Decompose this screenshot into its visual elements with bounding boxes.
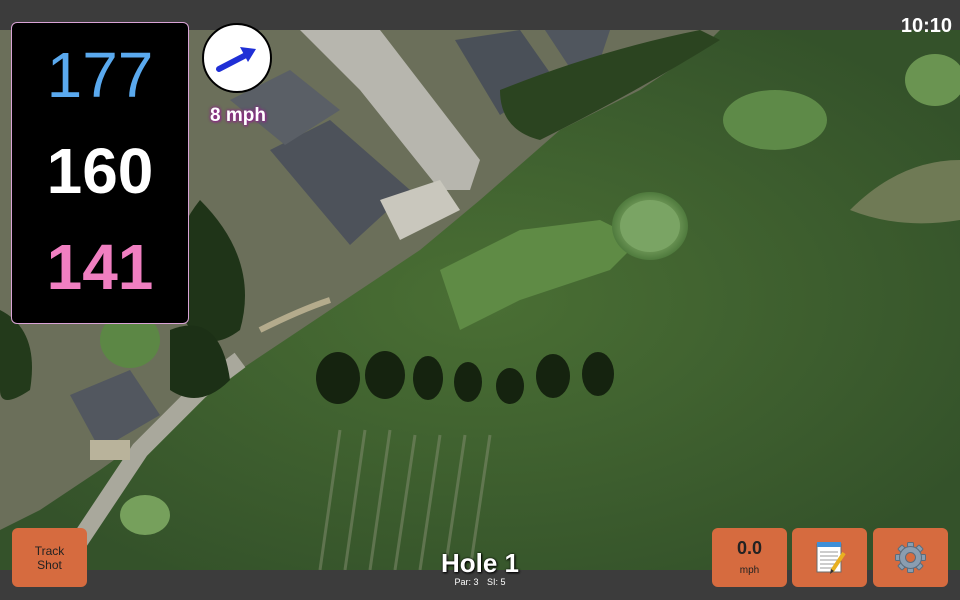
wind-direction-indicator [202,23,272,93]
speed-unit: mph [739,565,760,576]
speed-button[interactable]: 0.0 mph [712,528,787,587]
hole-par: Par: 3 [454,577,479,587]
track-shot-button[interactable]: Track Shot [12,528,87,587]
distance-back: 177 [46,39,154,111]
distance-panel: 177 160 141 [11,22,189,324]
status-time: 10:10 [900,15,952,37]
hole-title: Hole 1 [440,548,520,578]
track-shot-label-line2: Shot [37,558,62,572]
track-shot-label-line1: Track [34,544,65,558]
settings-button[interactable] [873,528,948,587]
notes-button[interactable] [792,528,867,587]
hole-stroke-index: SI: 5 [487,577,506,587]
hole-meta: Par: 3 SI: 5 [380,577,580,587]
notepad-icon [816,542,846,574]
wind-speed-label: 8 mph [210,105,266,126]
distance-middle: 160 [46,135,154,207]
gear-icon [895,542,926,573]
wind-direction-arrow-icon [216,47,256,72]
speed-value: 0.0 [736,538,763,558]
distance-front: 141 [46,231,154,303]
